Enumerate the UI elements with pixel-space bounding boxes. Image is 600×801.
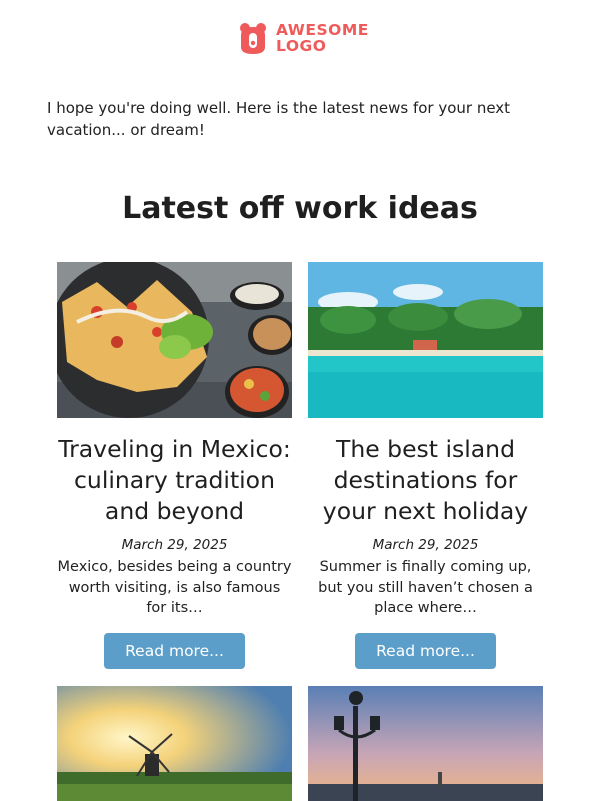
read-more-button[interactable]: Read more... [104, 632, 245, 669]
article-excerpt: Summer is finally coming up, but you sti… [318, 559, 533, 616]
windmill-sunset-image[interactable] [57, 686, 292, 801]
tropical-island-image[interactable] [308, 262, 543, 418]
logo-line-2: LOGO [276, 37, 327, 55]
nachos-plate-image[interactable] [57, 262, 292, 418]
article-card: Traveling in Mexico: culinary tradition … [57, 262, 292, 669]
article-card: The best island destinations for your ne… [308, 262, 543, 669]
bear-head-icon [240, 23, 266, 54]
logo-wordmark: AWESOME LOGO [276, 22, 369, 54]
article-date: March 29, 2025 [372, 537, 479, 553]
logo-line-1: AWESOME [276, 21, 369, 39]
venice-lamppost-image[interactable] [308, 686, 543, 801]
brand-logo[interactable]: AWESOME LOGO [238, 18, 388, 58]
article-excerpt: Mexico, besides being a country worth vi… [57, 559, 292, 616]
article-title[interactable]: The best island destinations for your ne… [308, 434, 543, 527]
article-title[interactable]: Traveling in Mexico: culinary tradition … [57, 434, 292, 527]
intro-text: I hope you're doing well. Here is the la… [47, 99, 511, 139]
read-more-button[interactable]: Read more... [355, 632, 496, 669]
article-date: March 29, 2025 [121, 537, 228, 553]
section-title: Latest off work ideas [122, 191, 478, 226]
